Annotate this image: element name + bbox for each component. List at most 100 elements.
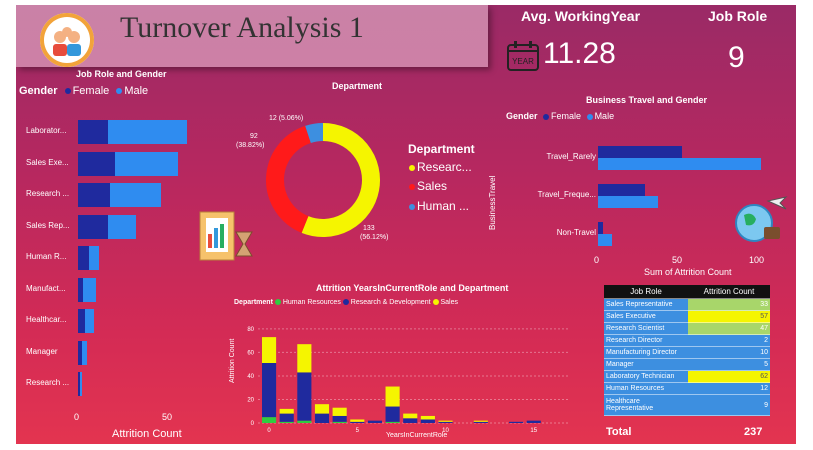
ay-bar-segment[interactable] (438, 421, 453, 423)
ay-bar-segment[interactable] (279, 421, 294, 423)
ay-bar-segment[interactable] (420, 415, 435, 420)
ay-bar-segment[interactable] (297, 372, 312, 421)
jrg-bar-male[interactable] (85, 309, 94, 333)
business-travel-title: Business Travel and Gender (586, 95, 708, 105)
jrg-bar-female[interactable] (78, 246, 89, 270)
ay-bar-segment[interactable] (262, 363, 277, 418)
travel-globe-icon (734, 193, 790, 245)
ay-bar-segment[interactable] (350, 421, 365, 423)
bt-bar-female[interactable] (598, 184, 646, 196)
department-legend-item-sales: Sales (409, 179, 447, 193)
ay-bar-segment[interactable] (420, 419, 435, 423)
bt-bar-male[interactable] (598, 196, 659, 208)
jrg-bar-female[interactable] (78, 183, 110, 207)
ay-bar-segment[interactable] (297, 420, 312, 423)
ay-bar-segment[interactable] (314, 413, 330, 423)
svg-text:YEAR: YEAR (512, 57, 534, 66)
label-rd-pct: (56.12%) (360, 234, 389, 241)
kpi-avg-working-year-value: 11.28 (543, 37, 616, 70)
ay-bar-segment[interactable] (297, 344, 312, 373)
rd-dot-icon (342, 299, 349, 306)
jrg-bar-male[interactable] (107, 214, 137, 239)
jrg-bar-male[interactable] (81, 340, 87, 365)
kpi-job-role-label: Job Role (708, 8, 768, 24)
jrg-bar-male[interactable] (83, 277, 96, 302)
donut-slice-1[interactable] (266, 125, 312, 233)
jrg-tick-label: Sales Rep... (26, 220, 70, 230)
table-row: Sales Executive 57 (604, 310, 770, 323)
hr-dot-icon (274, 299, 281, 306)
ay-bar-segment[interactable] (279, 408, 294, 414)
ay-bar-segment[interactable] (473, 420, 488, 422)
ay-bar-segment[interactable] (509, 421, 524, 423)
bt-ylabel: BusinessTravel (488, 175, 497, 230)
female-dot-icon (543, 113, 550, 120)
donut-slice-0[interactable] (301, 123, 380, 237)
ay-bar-segment[interactable] (332, 421, 347, 423)
bt-bar-female[interactable] (598, 222, 603, 234)
jrg-bar-female[interactable] (78, 214, 108, 239)
ay-ytick: 0 (251, 421, 255, 427)
jrg-bar-male[interactable] (88, 246, 100, 270)
jrg-bar-male[interactable] (114, 151, 179, 176)
ay-bar-segment[interactable] (314, 404, 330, 414)
table-cell-role: Healthcare Representative (604, 394, 688, 416)
male-dot-icon (116, 88, 123, 95)
ay-bar-segment[interactable] (385, 406, 400, 422)
table-header: Job Role Attrition Count (604, 285, 770, 299)
ay-bar-segment[interactable] (262, 417, 277, 423)
legend-male: Male (124, 85, 149, 97)
ay-ytick: 20 (247, 397, 254, 403)
bt-legend-title: Gender (506, 111, 538, 121)
ay-xlabel: YearsInCurrentRole (386, 432, 448, 439)
bt-xlabel: Sum of Attrition Count (644, 267, 732, 277)
ay-bar-segment[interactable] (473, 421, 488, 423)
ay-bar-segment[interactable] (438, 420, 453, 422)
ay-bar-segment[interactable] (385, 421, 400, 423)
table-cell-count: 9 (688, 394, 770, 416)
donut-slice-2[interactable] (305, 123, 324, 144)
ay-xtick: 0 (267, 428, 271, 434)
table-cell-count: 47 (688, 322, 770, 335)
legend-title: Gender (19, 85, 58, 97)
ay-bar-segment[interactable] (385, 386, 400, 407)
jrg-bar-male[interactable] (109, 183, 161, 207)
bt-bar-male[interactable] (598, 234, 613, 246)
jrg-bar-female[interactable] (78, 120, 108, 144)
bt-bar-female[interactable] (598, 146, 682, 158)
job-role-gender-legend: Gender Female Male (19, 85, 148, 97)
ay-bar-segment[interactable] (350, 419, 365, 422)
male-dot-icon (586, 113, 593, 120)
table-cell-role: Human Resources (604, 382, 688, 395)
ay-bar-segment[interactable] (367, 420, 382, 423)
ay-bar-segment[interactable] (332, 407, 347, 416)
ay-ytick: 80 (247, 327, 254, 333)
bt-tick-0: 0 (594, 255, 600, 265)
table-row: Human Resources 12 (604, 382, 770, 395)
table-total-label: Total (606, 426, 632, 438)
table-cell-count: 5 (688, 358, 770, 371)
department-legend-title: Department (408, 142, 475, 156)
bt-bar-male[interactable] (598, 158, 761, 170)
title-banner: Turnover Analysis 1 (16, 5, 488, 67)
ay-bar-segment[interactable] (403, 418, 418, 423)
page-title: Turnover Analysis 1 (120, 11, 364, 44)
col-job-role: Job Role (604, 285, 688, 299)
ay-bar-segment[interactable] (279, 413, 294, 422)
kpi-job-role-value: 9 (728, 41, 745, 74)
jrg-bar-female[interactable] (78, 309, 86, 333)
ay-bar-segment[interactable] (262, 337, 277, 363)
jrg-bar-female[interactable] (78, 151, 115, 176)
business-travel-legend: Gender Female Male (506, 111, 615, 121)
jrg-bar-male[interactable] (79, 372, 82, 396)
ay-bar-segment[interactable] (332, 415, 347, 422)
ay-bar-segment[interactable] (526, 420, 541, 423)
ay-xtick: 5 (356, 428, 360, 434)
table-row: Laboratory Technician 62 (604, 370, 770, 383)
ay-bar-segment[interactable] (403, 413, 418, 419)
table-row: Healthcare Representative 9 (604, 394, 770, 416)
jrg-tick-label: Healthcar... (26, 315, 67, 324)
label-hr: 12 (5.06%) (269, 115, 304, 122)
jrg-bar-male[interactable] (107, 120, 188, 144)
table-cell-role: Research Scientist (604, 322, 688, 335)
